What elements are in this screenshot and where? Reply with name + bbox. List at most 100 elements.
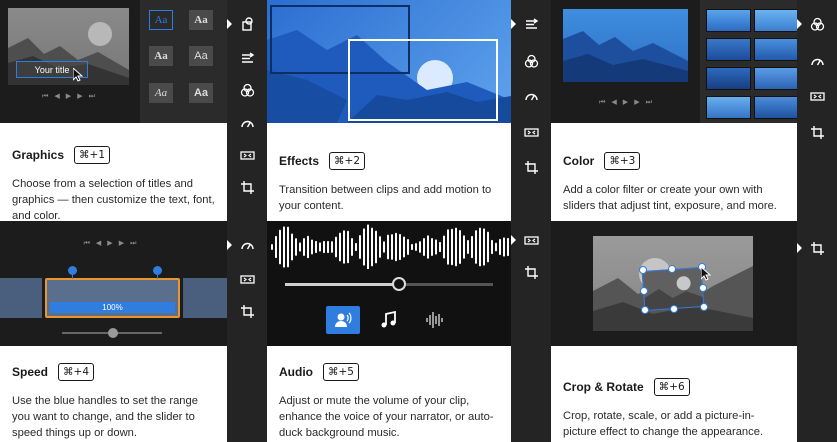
color-tool[interactable] [797,14,837,34]
voice-enhance-button[interactable] [326,306,360,334]
crop-tool[interactable] [227,177,267,197]
speed-tool[interactable] [227,235,267,255]
color-filter-thumbnail[interactable] [754,9,797,32]
waveform-bar [495,242,497,252]
graphics-card[interactable]: Your title ⏮ ◀ ▶ ▶ ⏭ Aa Aa Aa Aa Aa Aa G… [0,0,227,221]
playback-play-icon: ▶ [622,98,629,106]
crop-icon [810,241,824,255]
audio-illustration [267,221,511,346]
speed-tool[interactable] [511,86,551,106]
auto-duck-button[interactable] [418,306,452,334]
audio-tool[interactable] [227,145,267,165]
waveform-bar [339,232,341,262]
waveform-bar [379,236,381,258]
speed-gauge-icon [810,58,824,65]
text-style-panel: Aa Aa Aa Aa Aa Aa [140,0,227,123]
crop-handle[interactable] [641,306,649,314]
waveform-bar [343,230,345,264]
crop-handle[interactable] [700,303,708,311]
color-filter-thumbnail[interactable] [754,96,797,119]
text-style-option[interactable]: Aa [189,46,213,66]
waveform-bar [435,239,437,255]
audio-card[interactable]: Audio ⌘+5 Adjust or mute the volume of y… [267,221,511,442]
waveform-bar [399,233,401,261]
color-card[interactable]: ⏮ ◀ ▶ ▶ ⏭ Color ⌘+3 Add a color filter o… [551,0,797,221]
speed-illustration: ⏮ ◀ ▶ ▶ ⏭ 100% [0,221,227,346]
waveform-bar [459,230,461,264]
graphics-tool-rail [227,0,267,221]
card-description: Adjust or mute the volume of your clip, … [279,395,494,439]
color-filter-thumbnail[interactable] [754,67,797,90]
text-style-option[interactable]: Aa [149,46,173,66]
music-button[interactable] [372,306,406,334]
crop-handle[interactable] [639,266,647,274]
card-title: Effects [279,154,320,168]
waveform-bar [439,241,441,253]
speed-percentage-bar: 100% [50,302,175,313]
text-style-option[interactable]: Aa [189,10,213,30]
waveform-bar [271,244,273,250]
effects-card[interactable]: Effects ⌘+2 Transition between clips and… [267,0,511,221]
effects-tool[interactable] [227,48,267,68]
waveform-bar [311,239,313,255]
graphics-info: Graphics ⌘+1 Choose from a selection of … [0,123,227,221]
color-tool[interactable] [511,51,551,71]
crop-tool-rail [797,221,837,442]
speed-tool[interactable] [797,51,837,71]
waveform-bar [291,233,293,261]
speed-tool[interactable] [227,113,267,133]
color-tool[interactable] [227,80,267,100]
text-style-option[interactable]: Aa [189,83,213,103]
crop-handle[interactable] [699,284,707,292]
crop-tool[interactable] [797,238,837,258]
transition-icon [525,17,538,29]
graphics-playback-controls: ⏮ ◀ ▶ ▶ ⏭ [8,92,129,101]
playback-step-back-icon: ◀ [611,98,617,106]
color-illustration: ⏮ ◀ ▶ ▶ ⏭ [551,0,797,123]
waveform-bar [479,227,481,267]
waveform-bar [427,235,429,259]
crop-handle[interactable] [670,305,678,313]
waveform-bar [391,234,393,260]
playback-step-forward-icon: ▶ [77,92,83,100]
playback-skip-forward-icon: ⏭ [130,239,137,247]
crop-tool[interactable] [797,122,837,142]
audio-tool[interactable] [511,230,551,250]
effects-tool[interactable] [511,14,551,34]
waveform-bar [491,239,493,255]
card-description: Transition between clips and add motion … [279,184,492,212]
waveform-bar [467,240,469,254]
crop-handle[interactable] [668,265,676,273]
graphics-tool[interactable] [227,14,267,34]
text-style-option[interactable]: Aa [149,10,173,30]
color-filter-thumbnail[interactable] [706,67,751,90]
audio-tool[interactable] [511,122,551,142]
crop-tool[interactable] [511,157,551,177]
audio-tool[interactable] [227,269,267,289]
playback-step-back-icon: ◀ [95,239,102,247]
card-title: Speed [12,365,49,379]
speed-card[interactable]: ⏮ ◀ ▶ ▶ ⏭ 100% Speed ⌘+4 Use the blue ha… [0,221,227,442]
mouse-cursor-icon [73,68,83,82]
crop-handle[interactable] [640,287,648,295]
trim-icon [239,150,255,160]
color-filter-thumbnail[interactable] [706,38,751,61]
color-circles-icon [524,54,538,68]
crop-tool[interactable] [511,262,551,282]
mountains-image [267,5,511,123]
crop-card[interactable]: Crop & Rotate ⌘+6 Crop, rotate, scale, o… [551,221,797,442]
crop-tool[interactable] [227,301,267,321]
audio-tool[interactable] [797,86,837,106]
text-style-option[interactable]: Aa [149,83,173,103]
mouse-cursor-icon [701,267,711,281]
speed-gauge-icon [240,120,254,127]
volume-slider-thumb[interactable] [392,277,407,291]
waveform-bar [387,234,389,260]
speed-slider-thumb[interactable] [108,328,118,338]
color-filter-thumbnail[interactable] [706,96,751,119]
waveform-bar [295,238,297,256]
playback-play-icon: ▶ [65,92,72,100]
speed-range-clip[interactable]: 100% [45,278,180,318]
color-filter-thumbnail[interactable] [754,38,797,61]
color-filter-thumbnail[interactable] [706,9,751,32]
